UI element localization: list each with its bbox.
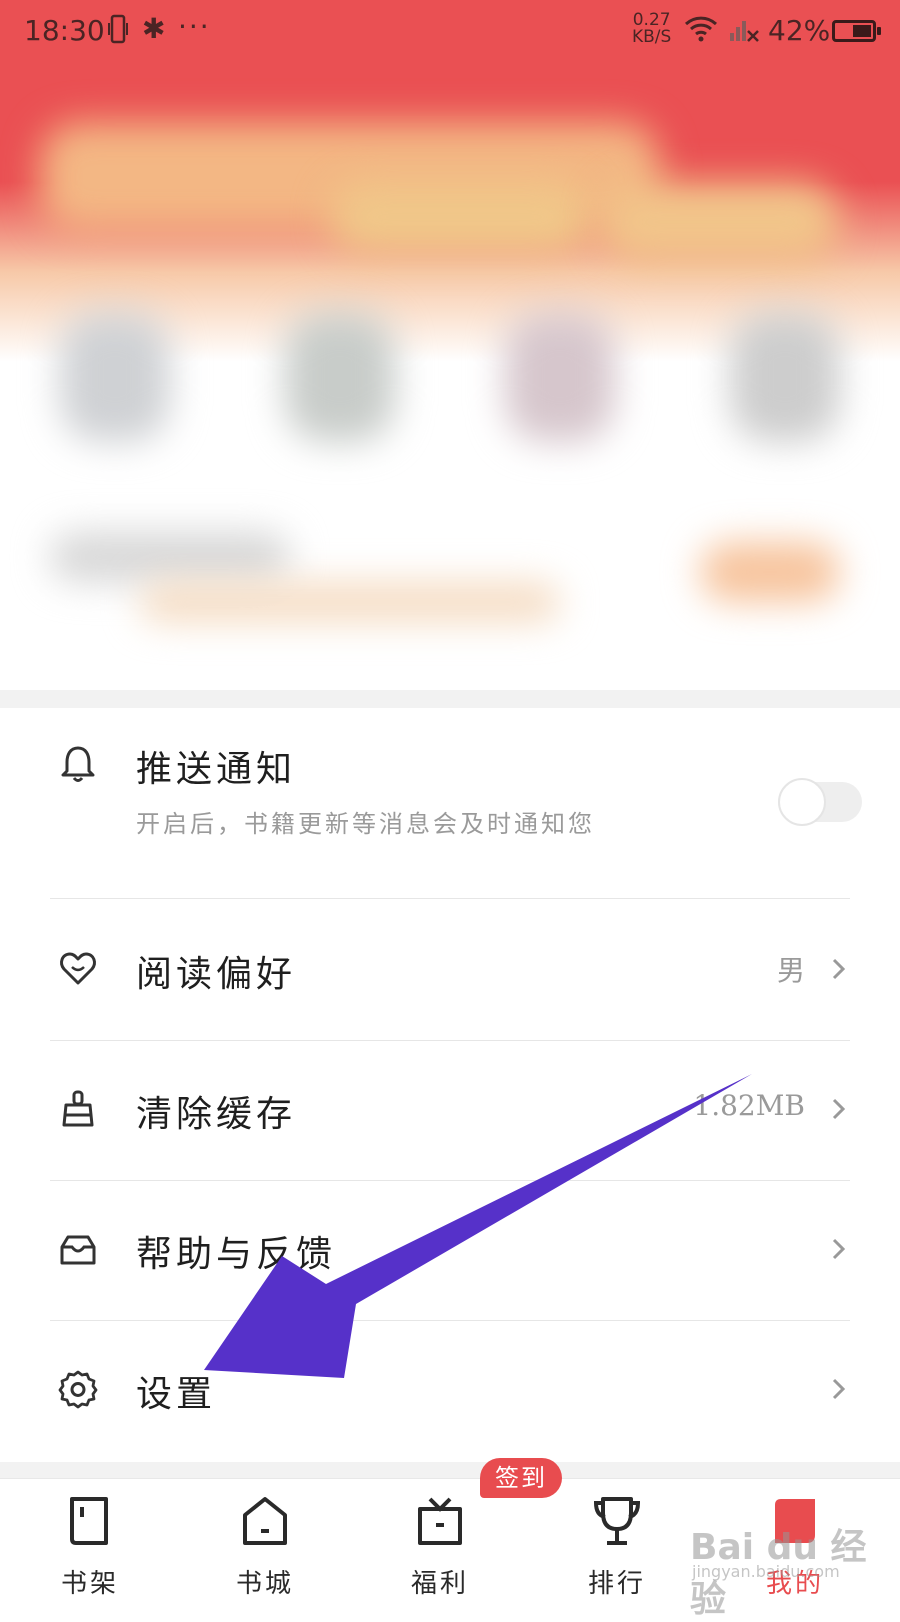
net-speed-unit: KB/S (632, 27, 672, 47)
bookshelf-icon (70, 1497, 108, 1545)
tab-label: 排行 (587, 1569, 646, 1599)
push-notification-toggle[interactable] (778, 778, 862, 826)
section-divider (0, 1462, 900, 1478)
toggle-knob (778, 778, 826, 826)
inbox-icon (60, 1235, 96, 1265)
tab-label: 福利 (410, 1569, 469, 1599)
push-notification-row: 推送通知 开启后，书籍更新等消息会及时通知您 (0, 708, 900, 883)
store-icon (243, 1497, 287, 1545)
chevron-right-icon (832, 1378, 846, 1400)
help-feedback-title: 帮助与反馈 (136, 1234, 337, 1275)
heart-icon (60, 952, 96, 985)
wifi-icon (684, 16, 718, 42)
tab-ranking[interactable]: 排行 (557, 1479, 677, 1601)
chevron-right-icon (832, 1098, 846, 1120)
clear-cache-row[interactable]: 清除缓存 1.82MB (0, 1041, 900, 1181)
net-speed: 0.27 KB/S (632, 12, 671, 46)
battery-icon (832, 20, 881, 42)
status-time: 18:30 (24, 14, 105, 47)
gear-icon (58, 1370, 98, 1409)
brush-icon (62, 1090, 94, 1127)
chevron-right-icon (832, 1238, 846, 1260)
checkin-badge[interactable]: 签到 (480, 1458, 562, 1498)
section-divider (0, 690, 900, 708)
vibrate-icon (108, 14, 128, 44)
reading-preference-row[interactable]: 阅读偏好 男 (0, 899, 900, 1039)
tab-label: 书架 (60, 1569, 119, 1599)
bell-icon (61, 746, 95, 782)
battery-percent: 42% (768, 14, 831, 47)
tab-label: 书城 (235, 1569, 294, 1599)
help-feedback-row[interactable]: 帮助与反馈 (0, 1181, 900, 1321)
gift-icon (418, 1497, 462, 1545)
settings-title: 设置 (136, 1374, 217, 1415)
tab-bookstore[interactable]: 书城 (205, 1479, 325, 1601)
bluetooth-icon: ✱ (142, 12, 166, 45)
settings-row[interactable]: 设置 (0, 1321, 900, 1461)
signal-icon (730, 21, 759, 42)
cache-size-value: 1.82MB (693, 1089, 805, 1122)
tab-bookshelf[interactable]: 书架 (30, 1479, 150, 1601)
clear-cache-title: 清除缓存 (136, 1094, 297, 1135)
push-notification-subtitle: 开启后，书籍更新等消息会及时通知您 (136, 810, 595, 838)
push-notification-title: 推送通知 (136, 749, 297, 790)
trophy-icon (593, 1497, 641, 1545)
watermark-url: jingyan.baidu.com (692, 1562, 840, 1581)
chevron-right-icon (832, 958, 846, 980)
reading-preference-value: 男 (776, 954, 805, 987)
status-bar: 18:30 ✱ ··· 0.27 KB/S 42% (0, 0, 900, 62)
more-dots-icon: ··· (178, 10, 211, 43)
reading-preference-title: 阅读偏好 (136, 954, 297, 995)
profile-header-blurred (0, 62, 900, 682)
